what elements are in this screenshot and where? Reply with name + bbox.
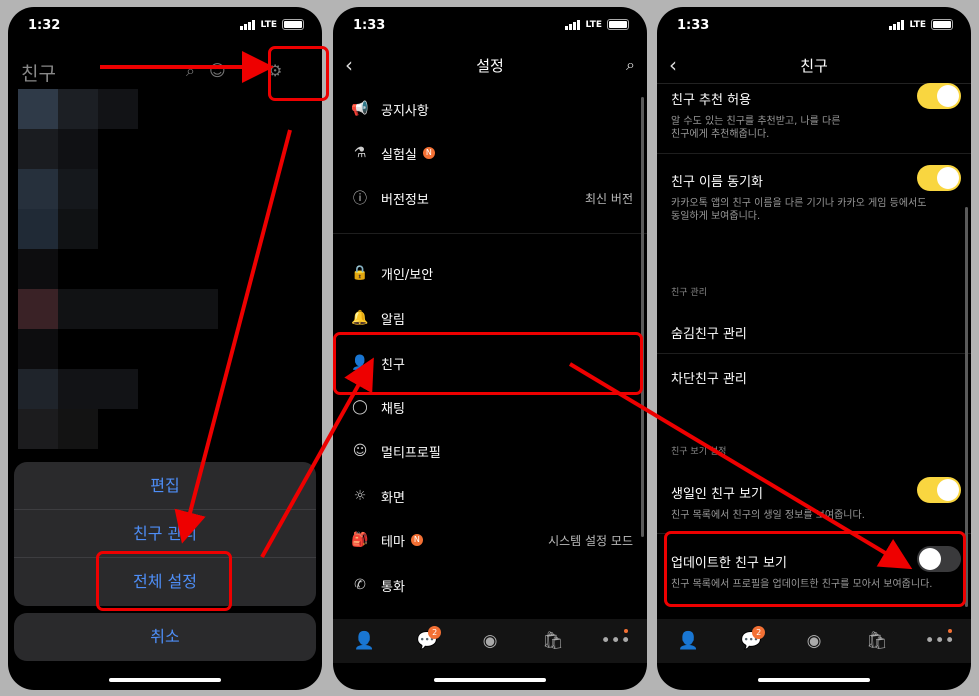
arrow-to-friends-item xyxy=(260,357,374,558)
annotation-arrows xyxy=(100,51,913,570)
arrow-to-all-settings xyxy=(174,129,292,544)
arrow-to-updated-toggle xyxy=(568,362,913,570)
